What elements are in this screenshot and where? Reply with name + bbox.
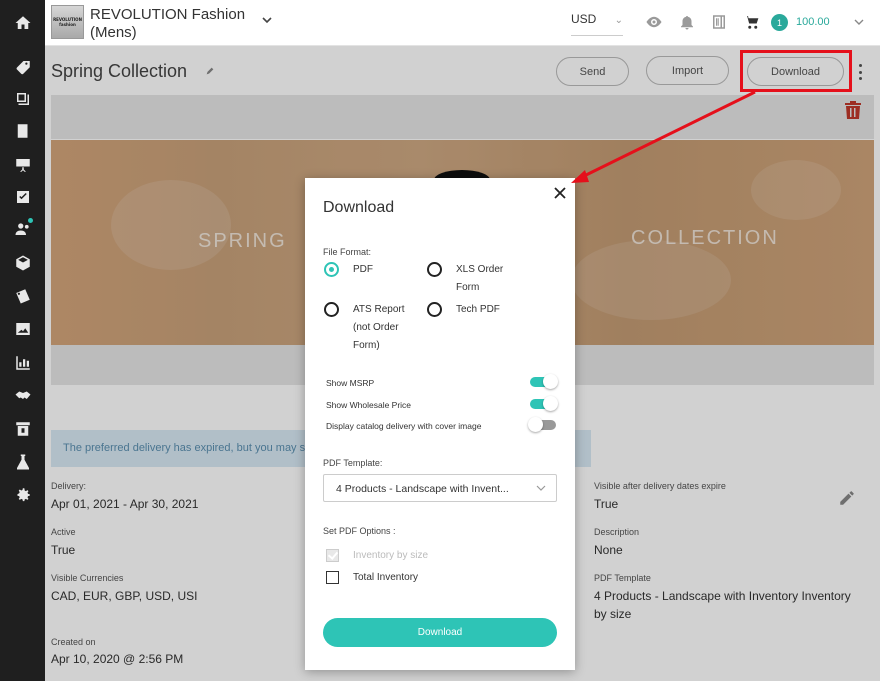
image-icon[interactable] xyxy=(12,318,33,339)
total-inventory-label: Total Inventory xyxy=(353,572,419,583)
book-icon[interactable] xyxy=(12,120,33,141)
catalog-icon[interactable] xyxy=(12,88,33,109)
inventory-by-size-checkbox[interactable] xyxy=(326,549,339,562)
radio-xls-order-form[interactable] xyxy=(427,262,442,277)
radio-pdf[interactable] xyxy=(324,262,339,277)
settings-icon[interactable] xyxy=(12,484,33,505)
users-icon[interactable] xyxy=(12,218,33,239)
cart-count-badge[interactable]: 1 xyxy=(771,14,788,31)
cover-delivery-toggle[interactable] xyxy=(528,417,556,432)
sidebar xyxy=(0,0,45,681)
currency-value: USD xyxy=(571,12,597,26)
chevron-down-icon[interactable] xyxy=(853,16,865,28)
eye-icon[interactable] xyxy=(645,13,663,31)
radio-tech-pdf[interactable] xyxy=(427,302,442,317)
annotation-highlight xyxy=(740,50,852,92)
cart-total[interactable]: 100.00 xyxy=(796,16,830,28)
file-format-label: File Format: xyxy=(323,247,372,257)
top-bar: REVOLUTION fashion REVOLUTION Fashion (M… xyxy=(45,0,880,46)
radio-ats-report-label: ATS Report (not Order Form) xyxy=(353,304,405,351)
radio-ats-report[interactable] xyxy=(324,302,339,317)
radio-xls-order-form-label: XLS Order Form xyxy=(456,264,504,293)
notification-dot xyxy=(28,218,33,223)
brand-name[interactable]: REVOLUTION Fashion (Mens) xyxy=(90,6,260,42)
barcode-icon[interactable] xyxy=(710,13,728,31)
radio-pdf-label: PDF xyxy=(353,264,373,275)
pdf-template-select[interactable]: 4 Products - Landscape with Invent... xyxy=(323,474,557,502)
total-inventory-checkbox[interactable] xyxy=(326,571,339,584)
cart-icon[interactable] xyxy=(743,13,761,31)
brand-logo[interactable]: REVOLUTION fashion xyxy=(51,5,84,39)
radio-tech-pdf-label: Tech PDF xyxy=(456,304,500,315)
home-icon[interactable] xyxy=(12,12,33,33)
cover-delivery-label: Display catalog delivery with cover imag… xyxy=(326,421,482,431)
show-msrp-toggle[interactable] xyxy=(530,374,558,389)
bell-icon[interactable] xyxy=(678,13,696,31)
show-wholesale-label: Show Wholesale Price xyxy=(326,400,412,410)
modal-download-button[interactable]: Download xyxy=(323,618,557,647)
logo-subtext: fashion xyxy=(59,22,76,27)
bar-chart-icon[interactable] xyxy=(12,352,33,373)
flask-icon[interactable] xyxy=(12,451,33,472)
checklist-icon[interactable] xyxy=(12,186,33,207)
box-icon[interactable] xyxy=(12,252,33,273)
pdf-template-value: 4 Products - Landscape with Invent... xyxy=(336,483,509,495)
chevron-down-icon[interactable] xyxy=(261,14,273,26)
currency-select[interactable]: USD ⌄ xyxy=(571,12,623,36)
show-wholesale-toggle[interactable] xyxy=(530,396,558,411)
show-msrp-label: Show MSRP xyxy=(326,378,375,388)
presentation-icon[interactable] xyxy=(12,154,33,175)
pdf-options-label: Set PDF Options : xyxy=(323,526,396,536)
pdf-template-label: PDF Template: xyxy=(323,458,383,468)
discount-icon[interactable] xyxy=(12,285,33,306)
kiosk-icon[interactable] xyxy=(12,418,33,439)
inventory-by-size-label: Inventory by size xyxy=(353,550,429,561)
download-modal: Download File Format: PDF XLS Order Form… xyxy=(305,178,575,670)
handshake-icon[interactable] xyxy=(12,385,33,406)
chevron-down-icon: ⌄ xyxy=(614,15,623,26)
tag-icon[interactable] xyxy=(12,56,33,77)
close-icon[interactable] xyxy=(553,186,567,200)
chevron-down-icon xyxy=(536,485,546,491)
modal-title: Download xyxy=(323,199,395,216)
